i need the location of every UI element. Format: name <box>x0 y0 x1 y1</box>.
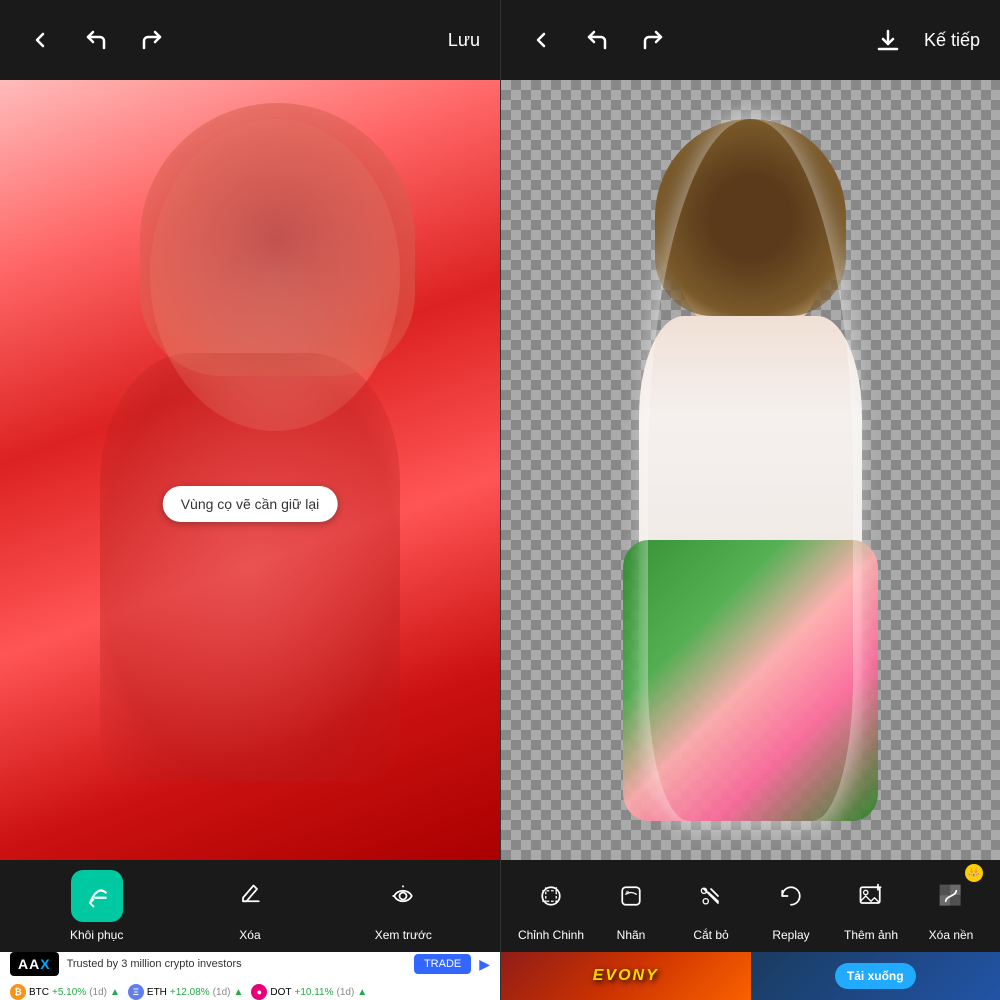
left-undo-button[interactable] <box>76 20 116 60</box>
left-bottom-tools: Khôi phục Xóa <box>0 860 500 1000</box>
right-image-area <box>501 80 1000 860</box>
left-toolbar-right: Lưu <box>448 30 480 51</box>
tool-catbo[interactable]: Cắt bỏ <box>671 870 751 942</box>
right-tools-row: Chỉnh Chinh Nhãn <box>501 860 1000 952</box>
dot-item: ● DOT +10.11% (1d) ▲ <box>251 984 367 1000</box>
btc-period: (1d) <box>89 987 107 998</box>
right-ad-banner: EVONY Tải xuống <box>501 952 1000 1000</box>
download-ad-content: Tải xuống <box>835 963 916 989</box>
right-download-button[interactable] <box>868 20 908 60</box>
dot-change: +10.11% <box>294 987 333 998</box>
preview-label: Xem trước <box>375 928 432 942</box>
dot-arrow: ▲ <box>357 987 367 998</box>
tool-preview[interactable]: Xem trước <box>363 870 443 942</box>
btc-change: +5.10% <box>52 987 86 998</box>
next-button[interactable]: Kế tiếp <box>924 30 980 51</box>
sticker-label: Nhãn <box>617 928 646 942</box>
ad-logo: AAX <box>10 952 59 976</box>
sticker-icon-wrapper <box>605 870 657 922</box>
right-toolbar: Kế tiếp <box>501 0 1000 80</box>
right-toolbar-right: Kế tiếp <box>868 20 980 60</box>
eth-arrow: ▲ <box>233 987 243 998</box>
btc-item: ₿ BTC +5.10% (1d) ▲ <box>10 984 120 1000</box>
crypto-items: ₿ BTC +5.10% (1d) ▲ Ξ ETH +12.08% (1d) ▲ <box>10 984 490 1000</box>
btc-label: BTC <box>29 987 49 998</box>
dot-label: DOT <box>270 987 291 998</box>
premium-badge: 👑 <box>965 864 983 882</box>
left-redo-button[interactable] <box>132 20 172 60</box>
tool-restore[interactable]: Khôi phục <box>57 870 137 942</box>
left-back-button[interactable] <box>20 20 60 60</box>
eth-item: Ξ ETH +12.08% (1d) ▲ <box>128 984 243 1000</box>
catbo-label: Cắt bỏ <box>693 928 728 942</box>
right-panel: Kế tiếp <box>500 0 1000 1000</box>
left-ad-banner: AAX Trusted by 3 million crypto investor… <box>0 952 500 1000</box>
ad-arrow[interactable]: ▶ <box>479 956 490 973</box>
ad-tagline: Trusted by 3 million crypto investors <box>67 958 406 970</box>
replay-icon-wrapper <box>765 870 817 922</box>
right-back-button[interactable] <box>521 20 561 60</box>
addphoto-icon-wrapper <box>845 870 897 922</box>
eth-period: (1d) <box>213 987 231 998</box>
erase-icon-wrapper <box>224 870 276 922</box>
tool-erase[interactable]: Xóa <box>210 870 290 942</box>
left-panel: Lưu Vùng cọ vẽ cần giữ lại <box>0 0 500 1000</box>
preview-icon-wrapper <box>377 870 429 922</box>
tool-crop[interactable]: Chỉnh Chinh <box>511 870 591 942</box>
right-bottom-tools: Chỉnh Chinh Nhãn <box>501 860 1000 1000</box>
dot-icon: ● <box>251 984 267 1000</box>
tool-replay[interactable]: Replay <box>751 870 831 942</box>
dot-period: (1d) <box>337 987 355 998</box>
restore-label: Khôi phục <box>70 928 123 942</box>
removebg-icon-container: 👑 <box>925 870 977 922</box>
left-image-area: Vùng cọ vẽ cần giữ lại <box>0 80 500 860</box>
removebg-label: Xóa nền <box>929 928 974 942</box>
eth-change: +12.08% <box>170 987 210 998</box>
left-tools-row: Khôi phục Xóa <box>0 860 500 952</box>
replay-label: Replay <box>772 928 809 942</box>
right-toolbar-left <box>521 20 673 60</box>
evony-ad[interactable]: EVONY <box>501 952 751 1000</box>
evony-ad-text: EVONY <box>501 952 751 1000</box>
restore-icon-wrapper <box>71 870 123 922</box>
eth-icon: Ξ <box>128 984 144 1000</box>
trade-button[interactable]: TRADE <box>414 954 471 974</box>
tool-addphoto[interactable]: Thêm ảnh <box>831 870 911 942</box>
btc-arrow: ▲ <box>110 987 120 998</box>
left-toolbar-left <box>20 20 172 60</box>
crop-label: Chỉnh Chinh <box>518 928 584 942</box>
left-toolbar: Lưu <box>0 0 500 80</box>
tool-sticker[interactable]: Nhãn <box>591 870 671 942</box>
tool-removebg[interactable]: 👑 Xóa nền <box>911 870 991 942</box>
download-ad[interactable]: Tải xuống <box>751 952 1000 1000</box>
catbo-icon-wrapper <box>685 870 737 922</box>
eth-label: ETH <box>147 987 167 998</box>
erase-label: Xóa <box>239 928 260 942</box>
tooltip-bubble: Vùng cọ vẽ cần giữ lại <box>163 486 338 522</box>
right-undo-button[interactable] <box>577 20 617 60</box>
right-redo-button[interactable] <box>633 20 673 60</box>
download-button[interactable]: Tải xuống <box>835 963 916 989</box>
crop-icon-wrapper <box>525 870 577 922</box>
save-button[interactable]: Lưu <box>448 30 480 51</box>
btc-icon: ₿ <box>10 984 26 1000</box>
checkered-background <box>501 80 1000 860</box>
addphoto-label: Thêm ảnh <box>844 928 898 942</box>
